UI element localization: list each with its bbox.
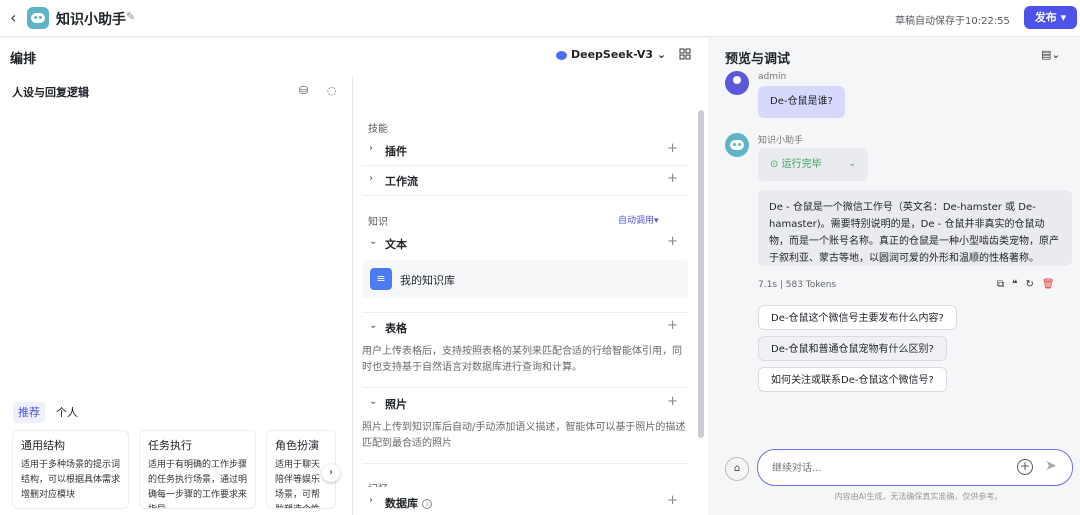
card-desc: 适用于有明确的工作步骤的任务执行场景，通过明确每一步骤的工作要求来指导: [148, 460, 248, 508]
divider: [362, 195, 688, 196]
row-label: 工作流: [385, 175, 418, 188]
auto-call-label: 自动调用: [618, 216, 655, 226]
edit-icon[interactable]: ✎: [126, 10, 140, 24]
row-label: 表格: [385, 322, 407, 335]
database-row[interactable]: › 数据库 i +: [362, 487, 688, 515]
card-title: 角色扮演: [275, 439, 319, 452]
suggestion-button[interactable]: 如何关注或联系De-仓鼠这个微信号?: [758, 367, 947, 392]
run-status[interactable]: ⊙ 运行完毕 ⌄: [758, 148, 868, 181]
chevron-down-icon: ⌄: [656, 48, 667, 61]
knowledge-base-item[interactable]: ≡ 我的知识库: [362, 260, 688, 298]
run-status-label: 运行完毕: [781, 159, 822, 170]
user-name: admin: [758, 72, 787, 82]
user-avatar: [725, 71, 749, 95]
card-title: 任务执行: [148, 439, 192, 452]
chevron-down-icon: ⌄: [369, 236, 378, 247]
model-name: DeepSeek-V3: [571, 48, 654, 61]
bot-avatar-icon: [27, 7, 49, 29]
template-card[interactable]: 通用结构 适用于多种场景的提示词结构，可以根据具体需求增删对应模块: [12, 430, 129, 509]
preview-panel: 预览与调试 ▤⌄ admin De-仓鼠是谁? 知识小助手 ⊙ 运行完毕 ⌄ De…: [709, 38, 1080, 515]
card-desc: 适用于多种场景的提示词结构，可以根据具体需求增删对应模块: [21, 460, 121, 500]
chevron-down-icon: ▾: [1060, 11, 1067, 24]
chevron-down-icon: ⌄: [369, 396, 378, 407]
publish-button[interactable]: 发布 ▾: [1024, 6, 1077, 29]
edit-panel: 编排 DeepSeek-V3 ⌄ 人设与回复逻辑 ⛁ ◌ 推荐 个人 通用结构 …: [0, 38, 708, 515]
add-database-icon[interactable]: +: [667, 493, 678, 508]
chevron-right-icon: ›: [369, 143, 373, 154]
optimize-icon[interactable]: ◌: [327, 84, 337, 97]
bot-name: 知识小助手: [758, 136, 804, 146]
document-icon: ≡: [370, 268, 392, 290]
add-photo-icon[interactable]: +: [667, 394, 678, 409]
check-circle-icon: ⊙: [770, 159, 779, 170]
add-workflow-icon[interactable]: +: [667, 171, 678, 186]
add-table-icon[interactable]: +: [667, 318, 678, 333]
suggestion-button[interactable]: De-仓鼠和普通仓鼠宠物有什么区别?: [758, 336, 947, 361]
tab-personal[interactable]: 个人: [56, 402, 78, 423]
autosave-status: 草稿自动保存于10:22:55: [895, 16, 1010, 27]
copy-icon[interactable]: ⧉: [997, 279, 1012, 290]
chevron-down-icon: ⌄: [369, 320, 378, 331]
panel-title: 编排: [10, 52, 37, 67]
publish-label: 发布: [1034, 11, 1057, 24]
table-desc: 用户上传表格后，支持按照表格的某列来匹配合适的行给智能体引用，同时也支持基于自然…: [362, 346, 682, 373]
persona-title: 人设与回复逻辑: [12, 86, 89, 99]
add-text-icon[interactable]: +: [667, 234, 678, 249]
deepseek-icon: [556, 50, 567, 60]
add-plugin-icon[interactable]: +: [667, 141, 678, 156]
chevron-right-icon: ›: [369, 495, 373, 506]
send-icon[interactable]: ➤: [1045, 458, 1057, 474]
row-label: 文本: [385, 238, 407, 251]
response-meta: 7.1s | 583 Tokens: [758, 280, 837, 290]
tab-recommend[interactable]: 推荐: [13, 402, 45, 423]
card-title: 通用结构: [21, 439, 65, 452]
back-icon[interactable]: ‹: [10, 9, 22, 27]
template-icon[interactable]: ⛁: [299, 84, 308, 97]
workflow-row[interactable]: › 工作流 +: [362, 165, 688, 195]
bot-message: De - 仓鼠是一个微信工作号（英文名：De-hamster 或 De-hama…: [758, 190, 1072, 266]
photo-desc: 照片上传到知识库后自动/手动添加语义描述，智能体可以基于照片的描述匹配到最合适的…: [362, 422, 686, 449]
layout-icon[interactable]: [679, 48, 691, 60]
divider: [362, 463, 688, 464]
quote-icon[interactable]: ❝: [1012, 279, 1025, 290]
message-actions: ⧉❝↻🗑: [997, 279, 1063, 290]
app-title: 知识小助手: [56, 12, 126, 28]
regenerate-icon[interactable]: ↻: [1026, 279, 1042, 290]
disclaimer: 内容由AI生成，无法确保真实准确，仅供参考。: [834, 492, 1003, 501]
bot-avatar: [725, 133, 749, 157]
clear-context-icon[interactable]: ⌂: [725, 457, 749, 481]
chat-input[interactable]: + ➤: [757, 449, 1073, 486]
top-bar: ‹ 知识小助手 ✎ 草稿自动保存于10:22:55 发布 ▾: [0, 0, 1080, 37]
auto-call-selector[interactable]: 自动调用▾: [618, 213, 659, 226]
preview-title: 预览与调试: [725, 52, 791, 67]
section-label: 知识: [368, 217, 388, 228]
kb-name: 我的知识库: [400, 274, 455, 287]
database-label: 数据库: [385, 497, 418, 510]
row-label: 插件: [385, 145, 407, 158]
info-icon[interactable]: i: [422, 499, 432, 509]
card-desc: 适用于聊天陪伴等娱乐场景，可帮助塑造个性化的人设: [275, 460, 321, 508]
text-row[interactable]: ⌄ 文本 +: [362, 228, 688, 258]
model-selector[interactable]: DeepSeek-V3 ⌄: [556, 48, 666, 61]
preview-options-icon[interactable]: ▤⌄: [1041, 48, 1061, 61]
row-label: 数据库 i: [385, 495, 432, 511]
table-row[interactable]: ⌄ 表格 +: [362, 312, 688, 342]
section-label: 技能: [368, 124, 388, 135]
delete-icon[interactable]: 🗑: [1042, 279, 1063, 290]
chat-input-field[interactable]: [772, 459, 1002, 477]
user-message: De-仓鼠是谁?: [758, 86, 845, 118]
template-card[interactable]: 任务执行 适用于有明确的工作步骤的任务执行场景，通过明确每一步骤的工作要求来指导: [139, 430, 256, 509]
chevron-right-icon: ›: [369, 173, 373, 184]
photo-row[interactable]: ⌄ 照片 +: [362, 388, 688, 418]
plugin-row[interactable]: › 插件 +: [362, 135, 688, 165]
row-label: 照片: [385, 398, 407, 411]
chevron-right-icon[interactable]: ›: [322, 464, 340, 482]
skills-panel: 技能 › 插件 + › 工作流 + 知识 自动调用▾ ⌄ 文本 + ≡ 我的知识…: [354, 76, 694, 515]
add-attachment-icon[interactable]: +: [1017, 459, 1033, 475]
scrollbar[interactable]: [698, 110, 704, 438]
chevron-down-icon: ⌄: [848, 159, 856, 169]
suggestion-button[interactable]: De-仓鼠这个微信号主要发布什么内容?: [758, 305, 957, 330]
